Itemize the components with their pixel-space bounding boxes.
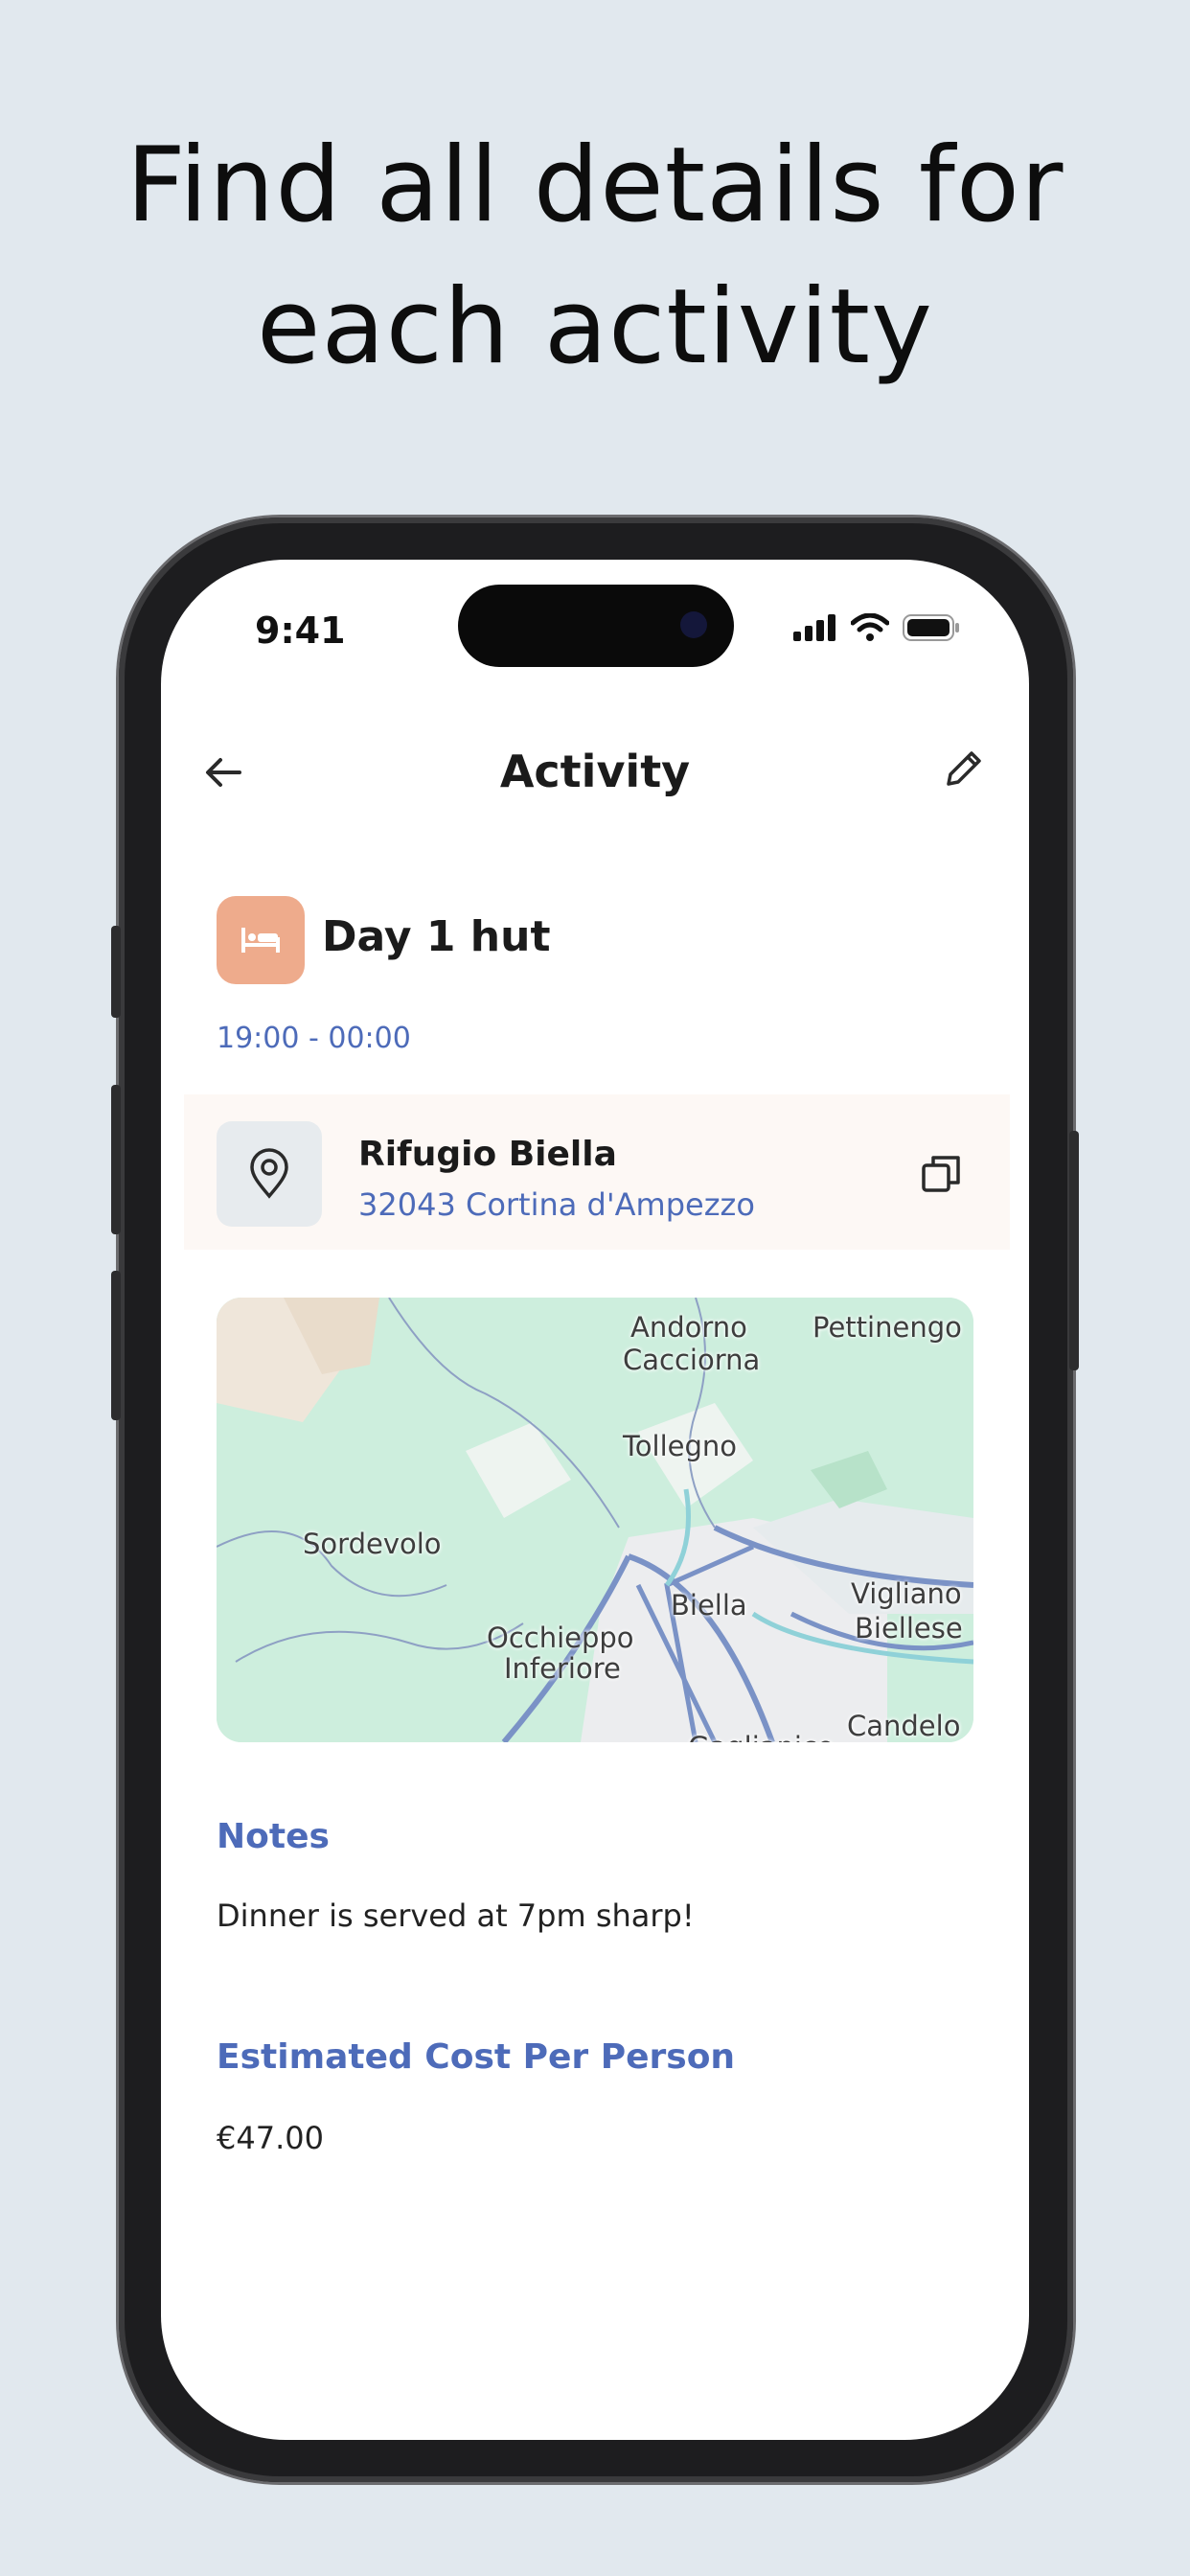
status-time: 9:41 [255, 610, 346, 652]
edit-pencil-icon[interactable] [937, 742, 991, 795]
action-button [111, 926, 121, 1018]
map-label-sordevolo: Sordevolo [303, 1528, 442, 1560]
status-icons [793, 613, 960, 642]
location-name: Rifugio Biella [358, 1135, 617, 1174]
notes-text: Dinner is served at 7pm sharp! [217, 1898, 695, 1934]
page-title: Activity [499, 746, 691, 797]
phone-screen: 9:41 Activity Day 1 hut 19:00 - 00:00 Ri… [161, 560, 1029, 2440]
back-arrow-icon[interactable] [197, 746, 251, 799]
map-label-pettinengo: Pettinengo [812, 1311, 962, 1344]
headline-line-2: each activity [257, 267, 933, 387]
map-label-gaglianico: Gaglianico [688, 1731, 835, 1742]
navigation-bar: Activity [161, 742, 1029, 799]
headline-line-1: Find all details for [126, 126, 1064, 245]
location-pin-badge [217, 1121, 322, 1227]
power-button [1069, 1131, 1079, 1370]
notes-label: Notes [217, 1817, 330, 1856]
map-label-biella: Biella [671, 1589, 747, 1622]
activity-time-range: 19:00 - 00:00 [217, 1022, 411, 1055]
map-label-cacciorna: Cacciorna [623, 1344, 761, 1376]
cost-value: €47.00 [217, 2120, 324, 2156]
volume-up-button [111, 1085, 121, 1234]
headline: Find all details for each activity [0, 115, 1190, 399]
map-label-tollegno: Tollegno [623, 1430, 738, 1462]
copy-icon[interactable] [918, 1150, 966, 1198]
bed-icon [241, 928, 280, 953]
cellular-signal-icon [793, 614, 835, 641]
wifi-icon [851, 613, 889, 641]
location-pin-icon [250, 1148, 288, 1199]
map-label-inferiore: Inferiore [504, 1652, 621, 1685]
map-label-occhieppo: Occhieppo [487, 1622, 634, 1654]
location-address: 32043 Cortina d'Ampezzo [358, 1186, 755, 1223]
volume-down-button [111, 1271, 121, 1420]
map-label-candelo: Candelo [847, 1710, 961, 1742]
cost-label: Estimated Cost Per Person [217, 2037, 736, 2077]
location-map[interactable]: Andorno Cacciorna Pettinengo Tollegno So… [217, 1298, 973, 1742]
dynamic-island [458, 585, 734, 667]
map-label-biellese: Biellese [855, 1612, 963, 1644]
map-label-vigliano: Vigliano [851, 1577, 962, 1610]
location-card[interactable]: Rifugio Biella 32043 Cortina d'Ampezzo [184, 1094, 1010, 1250]
battery-icon [903, 614, 959, 641]
front-camera [680, 611, 707, 638]
activity-type-badge [217, 896, 305, 984]
activity-title: Day 1 hut [322, 912, 551, 961]
map-label-andorno: Andorno [630, 1311, 747, 1344]
